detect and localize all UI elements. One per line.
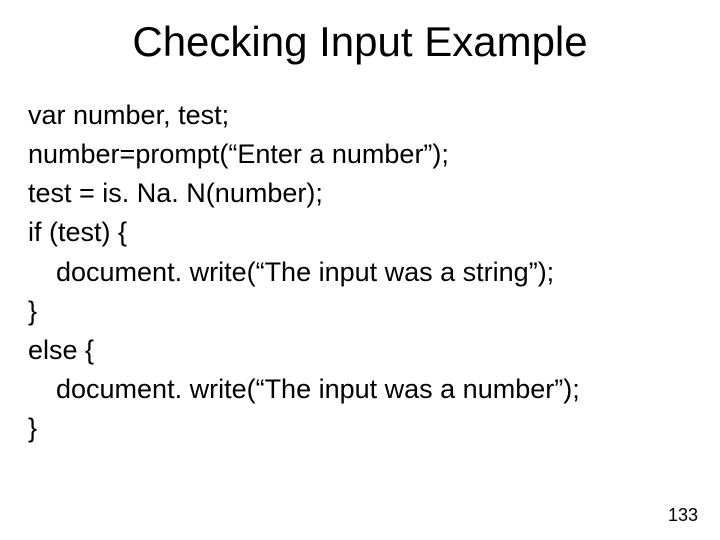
code-line: else { [28,331,692,370]
code-line: var number, test; [28,96,692,135]
code-line: document. write(“The input was a number”… [28,370,692,409]
code-line: test = is. Na. N(number); [28,174,692,213]
slide-title: Checking Input Example [0,18,720,66]
slide: Checking Input Example var number, test;… [0,0,720,540]
code-line: number=prompt(“Enter a number”); [28,135,692,174]
code-line: } [28,409,692,448]
code-line: document. write(“The input was a string”… [28,253,692,292]
code-line: if (test) { [28,213,692,252]
page-number: 133 [668,505,698,526]
code-line: } [28,292,692,331]
code-block: var number, test; number=prompt(“Enter a… [28,96,692,448]
